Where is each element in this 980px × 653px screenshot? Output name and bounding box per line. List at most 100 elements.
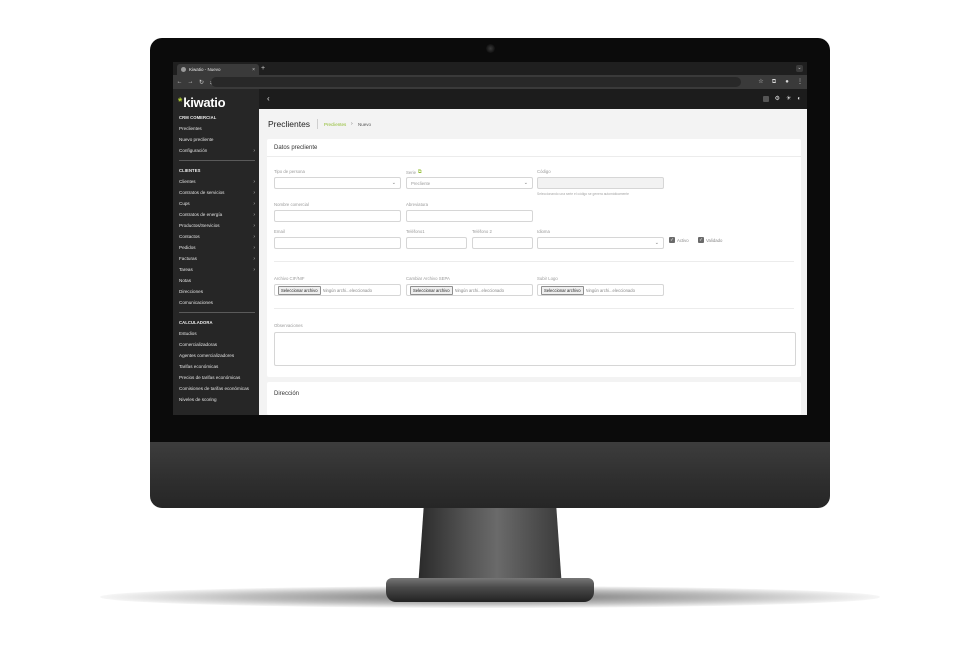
card-title: Datos precliente [274, 145, 318, 151]
check-icon: ✓ [669, 237, 675, 243]
serie-select[interactable]: Precliente ⌄ [406, 177, 533, 189]
sidebar-item-agentes-comercializadores[interactable]: Agentes comercializadores [179, 353, 255, 358]
address-bar[interactable] [211, 77, 741, 87]
sidebar-item-comercializadoras[interactable]: Comercializadoras [179, 342, 255, 347]
reload-icon[interactable]: ↻ [197, 79, 206, 86]
sidebar-item-facturas[interactable]: Facturas › [179, 256, 255, 262]
chevron-down-icon: ⌄ [654, 240, 659, 246]
idioma-select[interactable]: ⌄ [537, 237, 664, 249]
archivo-cif-label: Archivo CIF/NIF [274, 276, 305, 281]
email-input[interactable] [274, 237, 401, 249]
sepa-file-input[interactable]: Seleccionar archivo Ningún archi...elecci… [406, 284, 533, 296]
sidebar-divider [179, 312, 255, 313]
back-arrow-icon[interactable]: ← [175, 79, 184, 85]
camera-icon [486, 44, 495, 53]
external-link-icon[interactable]: ⧉ [418, 169, 422, 175]
user-avatar[interactable] [762, 96, 769, 102]
page-title: Preclientes [268, 119, 311, 129]
sidebar-item-direcciones[interactable]: Direcciones [179, 289, 255, 294]
logo-file-input[interactable]: Seleccionar archivo Ningún archi...elecci… [537, 284, 664, 296]
chevron-right-icon: › [253, 190, 255, 196]
sidebar-item-contratos-energia[interactable]: Contratos de energía › [179, 212, 255, 218]
breadcrumb-preclientes-link[interactable]: Preclientes [324, 122, 346, 127]
forward-arrow-icon[interactable]: → [186, 79, 195, 85]
observaciones-label: Observaciones [274, 323, 303, 328]
select-file-button[interactable]: Seleccionar archivo [278, 285, 321, 295]
sidebar-item-niveles-scoring[interactable]: Niveles de scoring [179, 397, 255, 402]
nombre-comercial-label: Nombre comercial [274, 202, 309, 207]
validado-checkbox[interactable]: ✓ Validado [698, 237, 722, 243]
activo-checkbox[interactable]: ✓ Activo [669, 237, 689, 243]
extensions-icon[interactable]: ⧉ [770, 77, 778, 87]
telefono2-input[interactable] [472, 237, 533, 249]
tipo-persona-select[interactable]: ⌄ [274, 177, 401, 189]
chevron-right-icon: › [253, 212, 255, 218]
abreviatura-label: Abreviatura [406, 202, 428, 207]
breadcrumb-chevron-icon: › [351, 121, 353, 127]
sidebar-item-notas[interactable]: Notas [179, 278, 255, 283]
idioma-label: Idioma [537, 229, 550, 234]
breadcrumb-divider [317, 119, 318, 129]
bookmark-star-icon[interactable]: ☆ [757, 77, 765, 87]
sidebar-item-configuracion[interactable]: Configuración › [179, 148, 255, 154]
sidebar-item-contratos-servicios[interactable]: Contratos de servicios › [179, 190, 255, 196]
codigo-input[interactable] [537, 177, 664, 189]
chevron-right-icon: › [253, 179, 255, 185]
collapse-sidebar-icon[interactable]: ‹ [267, 94, 270, 103]
sidebar-item-precios-tarifas[interactable]: Precios de tarifas económicas [179, 375, 255, 380]
theme-sun-icon[interactable]: ☀ [786, 95, 791, 103]
tipo-persona-label: Tipo de persona [274, 169, 305, 174]
breadcrumb-current: Nuevo [358, 122, 372, 127]
sidebar-item-pedidos[interactable]: Pedidos › [179, 245, 255, 251]
stage: Kiwatio - Nuevo × + ⌄ ← → ↻ ⇄ ☆ ⧉ ● ⋮ * … [0, 0, 980, 653]
telefono2-label: Teléfono 2 [472, 229, 492, 234]
screen: Kiwatio - Nuevo × + ⌄ ← → ↻ ⇄ ☆ ⧉ ● ⋮ * … [173, 62, 807, 415]
sidebar-item-cups[interactable]: Cups › [179, 201, 255, 207]
sidebar-item-tarifas-economicas[interactable]: Tarifas económicas [179, 364, 255, 369]
favicon-icon [181, 67, 186, 72]
browser-tab-strip: Kiwatio - Nuevo × + ⌄ [173, 62, 807, 75]
card-header: Datos precliente [267, 139, 801, 157]
nombre-comercial-input[interactable] [274, 210, 401, 222]
chevron-right-icon: › [253, 148, 255, 154]
settings-gear-icon[interactable]: ⚙ [775, 95, 780, 103]
codigo-label: Código [537, 169, 551, 174]
select-file-button[interactable]: Seleccionar archivo [541, 285, 584, 295]
sidebar-item-productos-servicios[interactable]: Productos/Servicios › [179, 223, 255, 229]
sidebar-item-clientes[interactable]: Clientes › [179, 179, 255, 185]
telefono1-input[interactable] [406, 237, 467, 249]
sidebar-item-nuevo-precliente[interactable]: Nuevo precliente [179, 137, 255, 142]
chevron-right-icon: › [253, 201, 255, 207]
logo-text: kiwatio [183, 95, 226, 110]
telefono1-label: Teléfono1 [406, 229, 425, 234]
sidebar-item-tareas[interactable]: Tareas › [179, 267, 255, 273]
monitor-stand [418, 506, 562, 588]
browser-tab[interactable]: Kiwatio - Nuevo × [177, 64, 259, 75]
chevron-down-icon: ⌄ [391, 180, 396, 186]
sepa-label: Cambiar Archivo SEPA [406, 276, 450, 281]
chevron-right-icon: › [253, 245, 255, 251]
archivo-cif-file-input[interactable]: Seleccionar archivo Ningún archi...elecci… [274, 284, 401, 296]
browser-toolbar: ← → ↻ ⇄ ☆ ⧉ ● ⋮ [173, 75, 807, 89]
observaciones-textarea[interactable] [274, 332, 796, 366]
close-tab-icon[interactable]: × [252, 67, 255, 73]
sidebar-item-preclientes[interactable]: Preclientes [179, 126, 255, 131]
monitor-base [386, 578, 594, 602]
palette-icon[interactable]: ◐ [797, 95, 801, 103]
new-tab-button[interactable]: + [261, 64, 265, 73]
chevron-right-icon: › [253, 267, 255, 273]
sidebar-item-comunicaciones[interactable]: Comunicaciones [179, 300, 255, 305]
sidebar-item-estudios[interactable]: Estudios [179, 331, 255, 336]
sidebar-item-contactos[interactable]: Contactos › [179, 234, 255, 240]
section-divider [274, 308, 794, 309]
profile-icon[interactable]: ● [783, 77, 791, 87]
browser-menu-icon[interactable]: ⋮ [796, 77, 804, 87]
tab-search-button[interactable]: ⌄ [796, 65, 803, 72]
abreviatura-input[interactable] [406, 210, 533, 222]
check-icon: ✓ [698, 237, 704, 243]
sidebar-item-comisiones-tarifas[interactable]: Comisiones de tarifas económicas [179, 386, 255, 391]
header-actions: ⚙ ☀ ◐ [762, 95, 801, 103]
direccion-card: Dirección [267, 382, 801, 415]
kiwatio-logo[interactable]: * kiwatio [178, 95, 226, 110]
select-file-button[interactable]: Seleccionar archivo [410, 285, 453, 295]
